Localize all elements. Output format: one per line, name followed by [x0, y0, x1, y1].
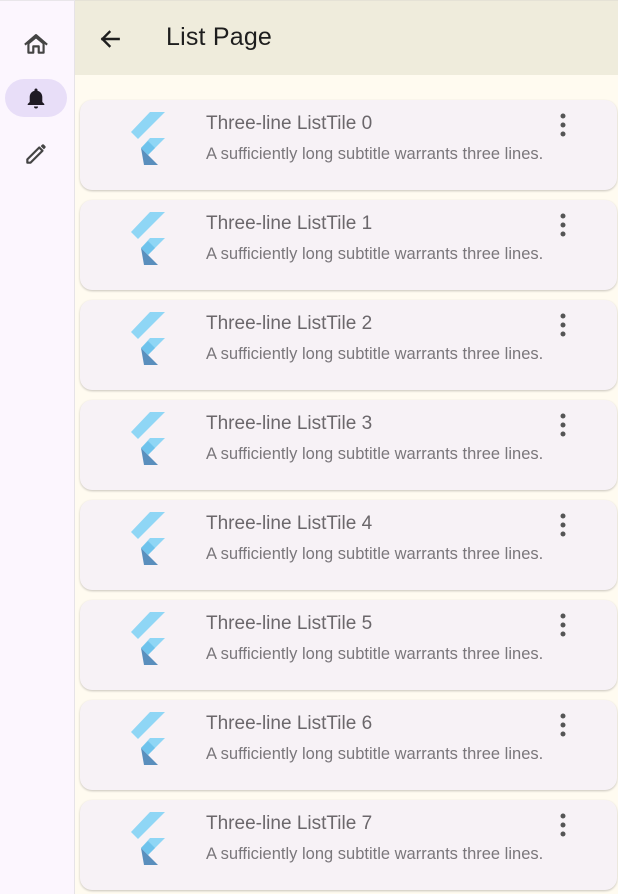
flutter-logo-icon	[122, 412, 168, 468]
flutter-logo-icon	[122, 212, 168, 268]
more-vert-icon[interactable]	[558, 612, 568, 638]
flutter-logo-icon	[122, 312, 168, 368]
list-item[interactable]: Three-line ListTile 1 A sufficiently long…	[80, 200, 617, 290]
rail-item-home[interactable]	[5, 25, 67, 63]
tile-subtitle: A sufficiently long subtitle warrants th…	[206, 845, 544, 863]
tile-subtitle: A sufficiently long subtitle warrants th…	[206, 245, 544, 263]
tile-subtitle: A sufficiently long subtitle warrants th…	[206, 745, 544, 763]
list-item[interactable]: Three-line ListTile 6 A sufficiently long…	[80, 700, 617, 790]
tile-title: Three-line ListTile 1	[206, 213, 373, 234]
more-vert-icon[interactable]	[558, 312, 568, 338]
more-vert-icon[interactable]	[558, 812, 568, 838]
tile-title: Three-line ListTile 7	[206, 813, 373, 834]
tile-title: Three-line ListTile 4	[206, 513, 373, 534]
arrow-left-icon	[100, 30, 120, 48]
more-vert-icon[interactable]	[558, 712, 568, 738]
flutter-logo-icon	[122, 712, 168, 768]
pencil-icon	[26, 144, 46, 164]
more-vert-icon[interactable]	[558, 112, 568, 138]
more-vert-icon[interactable]	[558, 412, 568, 438]
list-item[interactable]: Three-line ListTile 7 A sufficiently long…	[80, 800, 617, 890]
home-icon	[24, 34, 48, 54]
tile-title: Three-line ListTile 3	[206, 413, 373, 434]
flutter-logo-icon	[122, 512, 168, 568]
tile-title: Three-line ListTile 6	[206, 713, 373, 734]
tile-subtitle: A sufficiently long subtitle warrants th…	[206, 445, 544, 463]
more-vert-icon[interactable]	[558, 212, 568, 238]
tile-subtitle: A sufficiently long subtitle warrants th…	[206, 345, 544, 363]
rail-item-edit[interactable]	[5, 135, 67, 173]
tile-subtitle: A sufficiently long subtitle warrants th…	[206, 545, 544, 563]
bell-icon	[27, 88, 45, 109]
list-item[interactable]: Three-line ListTile 4 A sufficiently long…	[80, 500, 617, 590]
flutter-logo-icon	[122, 612, 168, 668]
list-item[interactable]: Three-line ListTile 5 A sufficiently long…	[80, 600, 617, 690]
back-button[interactable]	[94, 23, 126, 55]
rail-item-notifications[interactable]	[5, 79, 67, 117]
page-title: List Page	[166, 23, 273, 51]
tile-subtitle: A sufficiently long subtitle warrants th…	[206, 645, 544, 663]
app-bar: List Page	[75, 0, 618, 75]
flutter-logo-icon	[122, 812, 168, 868]
flutter-logo-icon	[122, 112, 168, 168]
navigation-rail	[0, 0, 75, 894]
list-item[interactable]: Three-line ListTile 2 A sufficiently long…	[80, 300, 617, 390]
list-item[interactable]: Three-line ListTile 3 A sufficiently long…	[80, 400, 617, 490]
more-vert-icon[interactable]	[558, 512, 568, 538]
tile-title: Three-line ListTile 2	[206, 313, 373, 334]
tile-title: Three-line ListTile 5	[206, 613, 373, 634]
list-item[interactable]: Three-line ListTile 0 A sufficiently long…	[80, 100, 617, 190]
tile-subtitle: A sufficiently long subtitle warrants th…	[206, 145, 544, 163]
tile-title: Three-line ListTile 0	[206, 113, 373, 134]
